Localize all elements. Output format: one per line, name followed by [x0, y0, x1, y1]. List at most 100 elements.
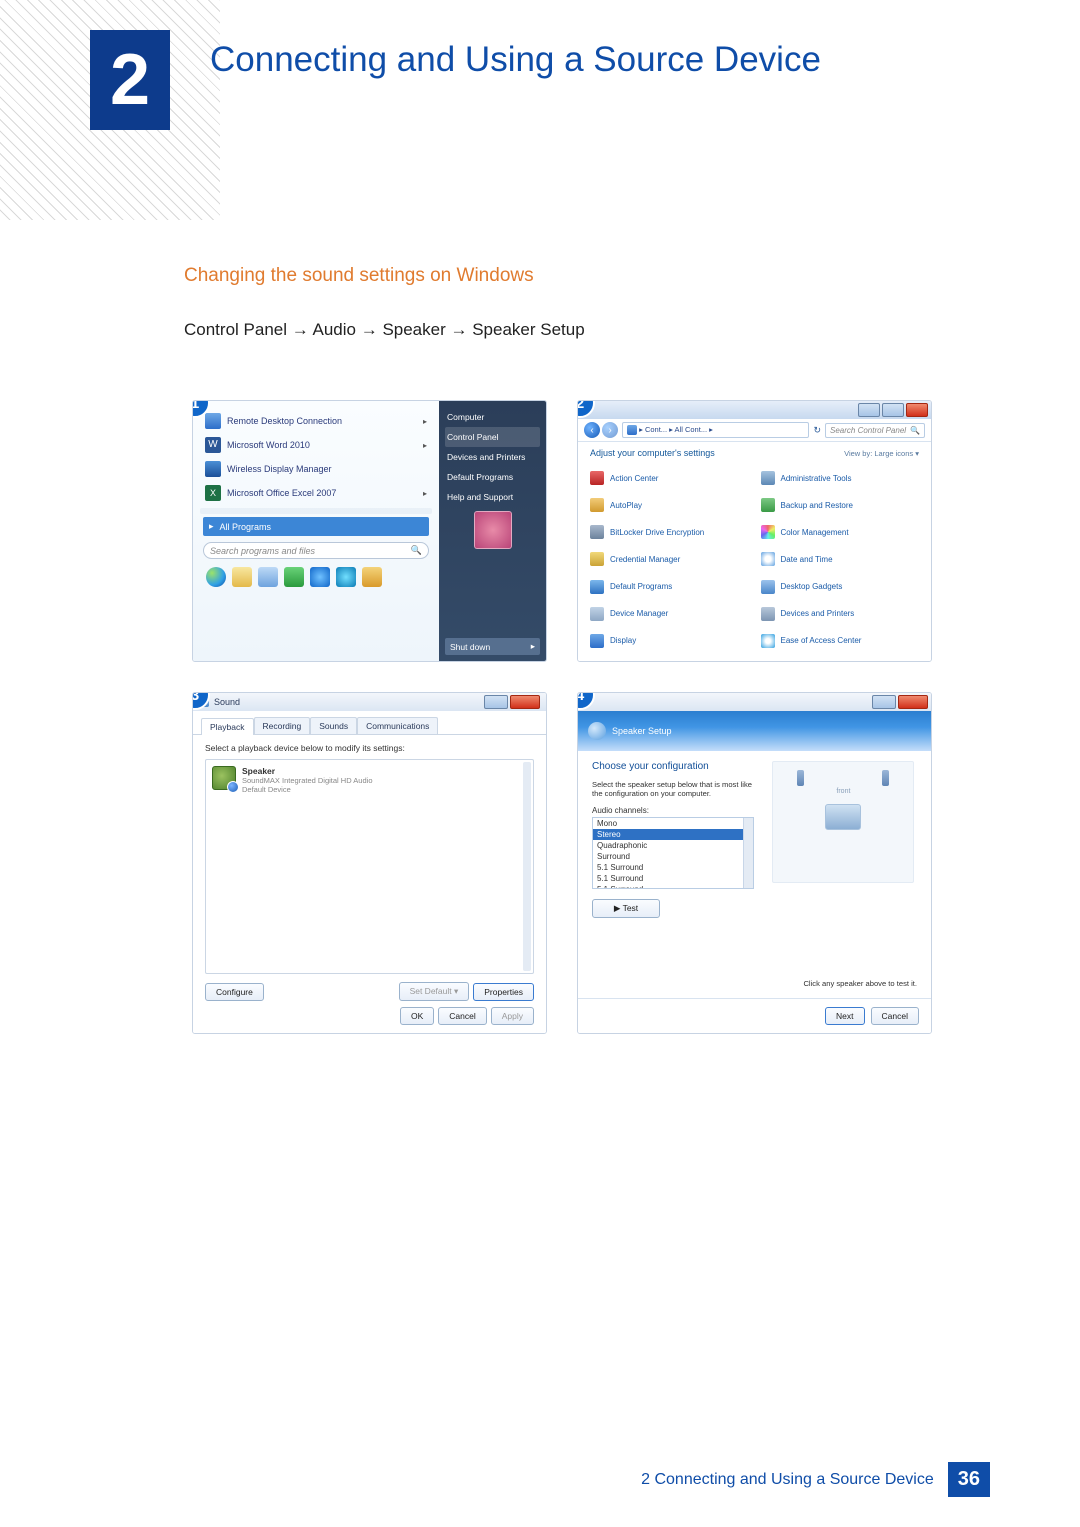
speaker-left-icon[interactable]: [797, 770, 804, 786]
device-list[interactable]: Speaker SoundMAX Integrated Digital HD A…: [205, 759, 534, 974]
tab-recording[interactable]: Recording: [254, 717, 311, 734]
search-input[interactable]: Search Control Panel 🔍: [825, 423, 925, 438]
ie-icon[interactable]: [310, 567, 330, 587]
cp-item[interactable]: Administrative Tools: [761, 466, 920, 490]
cp-item[interactable]: Display: [590, 629, 749, 653]
tab-sounds[interactable]: Sounds: [310, 717, 357, 734]
cp-header: Adjust your computer's settings View by:…: [578, 442, 931, 464]
right-panel-item[interactable]: Default Programs: [445, 467, 540, 487]
properties-button[interactable]: Properties: [473, 983, 534, 1001]
cp-item[interactable]: Devices and Printers: [761, 602, 920, 626]
close-button[interactable]: [898, 695, 928, 709]
listbox-option[interactable]: 5.1 Surround: [593, 873, 753, 884]
device-item[interactable]: Speaker SoundMAX Integrated Digital HD A…: [212, 766, 527, 794]
devicemgr-icon: [590, 607, 604, 621]
scrollbar[interactable]: [523, 762, 531, 971]
back-button[interactable]: ‹: [584, 422, 600, 438]
start-item-label: Wireless Display Manager: [227, 464, 332, 474]
ease-icon: [761, 634, 775, 648]
start-item[interactable]: W Microsoft Word 2010 ▸: [203, 433, 429, 457]
word-icon: W: [205, 437, 221, 453]
explorer-icon[interactable]: [232, 567, 252, 587]
search-icon: 🔍: [411, 545, 422, 556]
listbox-option[interactable]: Surround: [593, 851, 753, 862]
start-item[interactable]: Remote Desktop Connection ▸: [203, 409, 429, 433]
channels-listbox[interactable]: Mono Stereo Quadraphonic Surround 5.1 Su…: [592, 817, 754, 889]
breadcrumb: Control Panel → Audio → Speaker → Speake…: [184, 320, 585, 340]
listbox-option[interactable]: 5.1 Surround: [593, 862, 753, 873]
ok-button[interactable]: OK: [400, 1007, 434, 1025]
close-button[interactable]: [510, 695, 540, 709]
cp-item-label: Action Center: [610, 474, 658, 483]
cp-item[interactable]: BitLocker Drive Encryption: [590, 520, 749, 544]
right-panel-item[interactable]: Computer: [445, 407, 540, 427]
cp-item[interactable]: Credential Manager: [590, 547, 749, 571]
test-button[interactable]: ▶ Test: [592, 899, 660, 918]
cp-item[interactable]: Ease of Access Center: [761, 629, 920, 653]
right-panel-item[interactable]: Control Panel: [445, 427, 540, 447]
shutdown-label: Shut down: [450, 642, 490, 652]
maximize-button[interactable]: [882, 403, 904, 417]
start-menu-left: Remote Desktop Connection ▸ W Microsoft …: [193, 401, 439, 661]
cp-item-label: Date and Time: [781, 555, 833, 564]
listbox-option[interactable]: Mono: [593, 818, 753, 829]
search-placeholder: Search Control Panel: [830, 426, 906, 435]
cp-icon: [627, 425, 637, 435]
minimize-button[interactable]: [484, 695, 508, 709]
cp-item[interactable]: Default Programs: [590, 575, 749, 599]
listbox-option[interactable]: Quadraphonic: [593, 840, 753, 851]
page-footer: 2 Connecting and Using a Source Device 3…: [627, 1462, 990, 1497]
forward-button[interactable]: ›: [602, 422, 618, 438]
speaker-right-icon[interactable]: [882, 770, 889, 786]
listbox-option[interactable]: Stereo: [593, 829, 753, 840]
all-programs-button[interactable]: ▸ All Programs: [203, 517, 429, 536]
cp-item[interactable]: Backup and Restore: [761, 493, 920, 517]
scrollbar[interactable]: [743, 818, 753, 888]
start-item[interactable]: Wireless Display Manager: [203, 457, 429, 481]
cp-item-label: Ease of Access Center: [781, 636, 862, 645]
speaker-icon: [588, 722, 606, 740]
start-item[interactable]: X Microsoft Office Excel 2007 ▸: [203, 481, 429, 505]
config-note: Select the speaker setup below that is m…: [592, 780, 754, 798]
listbox-option[interactable]: 5.1 Surround: [593, 884, 753, 889]
cp-item-label: Desktop Gadgets: [781, 582, 843, 591]
breadcrumb-bar[interactable]: ▸ Cont... ▸ All Cont... ▸: [622, 422, 809, 438]
start-orb-icon[interactable]: [206, 567, 226, 587]
minimize-button[interactable]: [858, 403, 880, 417]
cp-item[interactable]: Desktop Gadgets: [761, 575, 920, 599]
monitor-icon: [825, 804, 861, 830]
cancel-button[interactable]: Cancel: [438, 1007, 486, 1025]
cp-item-label: AutoPlay: [610, 501, 642, 510]
configure-button[interactable]: Configure: [205, 983, 264, 1001]
all-programs-label: All Programs: [220, 522, 272, 532]
pinned-icon[interactable]: [362, 567, 382, 587]
button-row: Configure Set Default ▾ Properties: [205, 982, 534, 1001]
refresh-icon[interactable]: ↻: [813, 425, 821, 436]
next-button[interactable]: Next: [825, 1007, 864, 1025]
tab-playback[interactable]: Playback: [201, 718, 254, 735]
right-panel-item[interactable]: Devices and Printers: [445, 447, 540, 467]
breadcrumb-text: ▸ Cont... ▸ All Cont... ▸: [639, 425, 713, 434]
app-icon[interactable]: [284, 567, 304, 587]
search-input[interactable]: Search programs and files 🔍: [203, 542, 429, 559]
set-default-button[interactable]: Set Default ▾: [399, 982, 470, 1001]
cp-items-grid: Action Center Administrative Tools AutoP…: [578, 464, 931, 661]
datetime-icon: [761, 552, 775, 566]
viewby-dropdown[interactable]: View by: Large icons ▾: [844, 449, 919, 458]
right-panel-item[interactable]: Help and Support: [445, 487, 540, 507]
apply-button[interactable]: Apply: [491, 1007, 534, 1025]
cp-item[interactable]: AutoPlay: [590, 493, 749, 517]
shutdown-button[interactable]: Shut down ▸: [445, 638, 540, 655]
cp-header-text: Adjust your computer's settings: [590, 448, 715, 458]
cp-item[interactable]: Color Management: [761, 520, 920, 544]
close-button[interactable]: [906, 403, 928, 417]
cp-item[interactable]: Date and Time: [761, 547, 920, 571]
channels-label: Audio channels:: [592, 806, 754, 815]
tab-communications[interactable]: Communications: [357, 717, 438, 734]
minimize-button[interactable]: [872, 695, 896, 709]
cancel-button[interactable]: Cancel: [871, 1007, 919, 1025]
cp-item[interactable]: Device Manager: [590, 602, 749, 626]
wmp-icon[interactable]: [336, 567, 356, 587]
cp-item[interactable]: Action Center: [590, 466, 749, 490]
library-icon[interactable]: [258, 567, 278, 587]
